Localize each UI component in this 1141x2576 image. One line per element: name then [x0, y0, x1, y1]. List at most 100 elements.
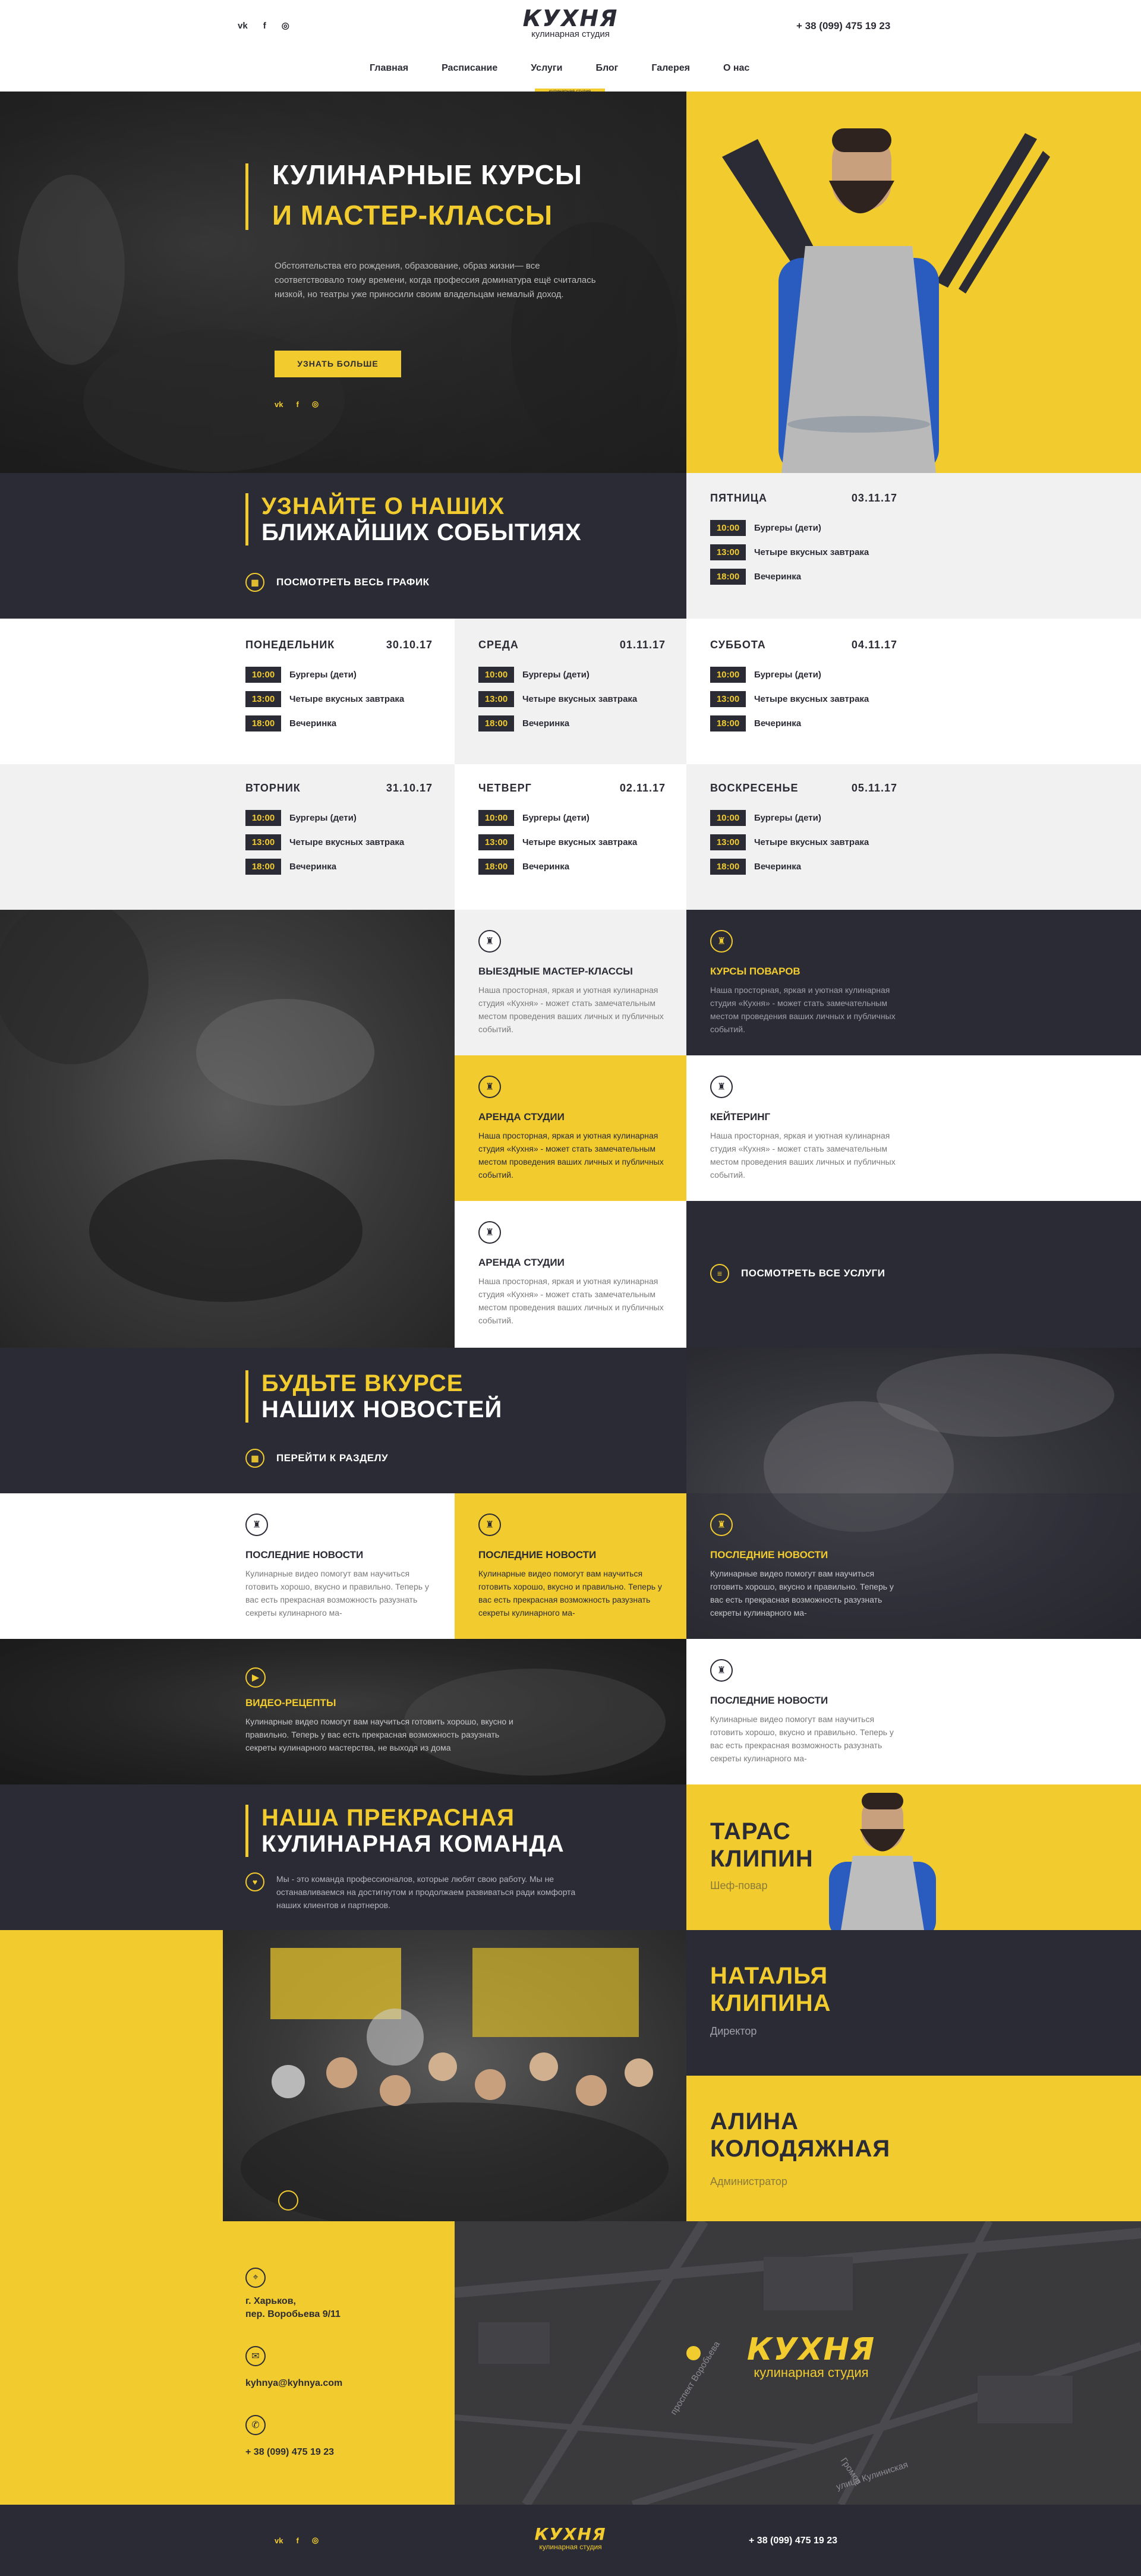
service-text: Наша просторная, яркая и уютная кулинарн…: [478, 1131, 664, 1180]
event-name: Бургеры (дети): [754, 813, 821, 823]
news-card-2[interactable]: ♜ ПОСЛЕДНИЕ НОВОСТИ Кулинарные видео пом…: [455, 1493, 686, 1639]
news-card-text: Кулинарные видео помогут вам научиться г…: [478, 1569, 662, 1618]
event-row[interactable]: 18:00 Вечеринка: [710, 569, 897, 585]
events-schedule-link-label: ПОСМОТРЕТЬ ВЕСЬ ГРАФИК: [276, 576, 430, 588]
team-member-taras[interactable]: ТАРАС КЛИПИН Шеф-повар: [686, 1784, 1141, 1930]
day-card-monday: ПОНЕДЕЛЬНИК 30.10.17 10:00 Бургеры (дети) …: [0, 619, 455, 764]
service-card-courses[interactable]: ♜ КУРСЫ ПОВАРОВ Наша просторная, яркая и…: [686, 910, 1141, 1055]
event-row[interactable]: 10:00 Бургеры (дети): [245, 810, 433, 826]
news-card-text: Кулинарные видео помогут вам научиться г…: [710, 1714, 894, 1763]
header-phone[interactable]: + 38 (099) 475 19 23: [796, 20, 890, 32]
nav-gallery[interactable]: Галерея: [635, 63, 707, 74]
nav-about[interactable]: О нас: [707, 63, 766, 74]
nav-schedule[interactable]: Расписание: [425, 63, 514, 74]
news-card-title: ПОСЛЕДНИЕ НОВОСТИ: [710, 1549, 828, 1560]
nav-services[interactable]: Услуги: [514, 63, 579, 74]
location-map[interactable]: КУХНЯ кулинарная студия проспект Воробье…: [455, 2221, 1141, 2505]
service-card-rent[interactable]: ♜ АРЕНДА СТУДИИ Наша просторная, яркая и…: [455, 1055, 686, 1201]
event-row[interactable]: 18:00 Вечеринка: [710, 715, 897, 732]
event-row[interactable]: 13:00 Четыре вкусных завтрака: [245, 834, 433, 850]
event-row[interactable]: 18:00 Вечеринка: [478, 859, 666, 875]
event-name: Вечеринка: [289, 862, 337, 872]
service-card-outdoor[interactable]: ♜ ВЫЕЗДНЫЕ МАСТЕР-КЛАССЫ Наша просторная…: [455, 910, 686, 1055]
facebook-icon[interactable]: f: [296, 2536, 298, 2545]
event-row[interactable]: 13:00 Четыре вкусных завтрака: [710, 691, 897, 707]
event-row[interactable]: 13:00 Четыре вкусных завтрака: [710, 544, 897, 560]
event-row[interactable]: 10:00 Бургеры (дети): [245, 667, 433, 683]
day-date: 03.11.17: [851, 492, 897, 504]
events-schedule-link[interactable]: ▦ ПОСМОТРЕТЬ ВЕСЬ ГРАФИК: [245, 573, 430, 592]
instagram-icon[interactable]: ◎: [312, 2536, 319, 2545]
map-pin-icon: ⌖: [245, 2268, 266, 2288]
event-row[interactable]: 13:00 Четыре вкусных завтрака: [245, 691, 433, 707]
footer-logo[interactable]: КУХНЯ кулинарная студия: [523, 2526, 618, 2552]
services-all-link[interactable]: ≡ ПОСМОТРЕТЬ ВСЕ УСЛУГИ: [710, 1264, 885, 1283]
news-section-link-label: ПЕРЕЙТИ К РАЗДЕЛУ: [276, 1452, 389, 1464]
service-card-catering[interactable]: ♜ КЕЙТЕРИНГ Наша просторная, яркая и уют…: [686, 1055, 1141, 1201]
instagram-icon[interactable]: ◎: [282, 20, 289, 31]
news-intro: БУДЬТЕ ВКУРСЕ НАШИХ НОВОСТЕЙ ▦ ПЕРЕЙТИ К…: [0, 1348, 686, 1493]
team-yellow-left: [0, 1930, 223, 2221]
event-row[interactable]: 10:00 Бургеры (дети): [478, 667, 666, 683]
team-group-photo: [223, 1930, 686, 2233]
video-recipes-card[interactable]: ▶ ВИДЕО-РЕЦЕПТЫ Кулинарные видео помогут…: [0, 1639, 686, 1784]
news-card-3[interactable]: ♜ ПОСЛЕДНИЕ НОВОСТИ Кулинарные видео пом…: [686, 1493, 1141, 1639]
vk-icon[interactable]: vk: [275, 2536, 283, 2545]
event-row[interactable]: 18:00 Вечеринка: [478, 715, 666, 732]
day-name: ЧЕТВЕРГ: [478, 782, 532, 794]
hero-accent-bar: [245, 163, 248, 230]
news-card-text: Кулинарные видео помогут вам научиться г…: [245, 1569, 429, 1618]
event-row[interactable]: 13:00 Четыре вкусных завтрака: [710, 834, 897, 850]
day-header: ВОСКРЕСЕНЬЕ 05.11.17: [710, 782, 897, 794]
facebook-icon[interactable]: f: [296, 400, 298, 409]
event-time: 13:00: [478, 691, 514, 707]
instagram-icon[interactable]: ◎: [312, 399, 319, 409]
news-card-4[interactable]: ♜ ПОСЛЕДНИЕ НОВОСТИ Кулинарные видео пом…: [686, 1639, 1141, 1784]
contact-city: г. Харьков,: [245, 2296, 296, 2306]
event-row[interactable]: 18:00 Вечеринка: [245, 715, 433, 732]
member-last-name: КЛИПИНА: [710, 1990, 831, 2016]
events-title-line1: УЗНАЙТЕ О НАШИХ: [261, 493, 505, 519]
mail-icon: ✉: [245, 2346, 266, 2366]
event-row[interactable]: 18:00 Вечеринка: [710, 859, 897, 875]
event-row[interactable]: 10:00 Бургеры (дети): [478, 810, 666, 826]
facebook-icon[interactable]: f: [263, 21, 266, 31]
map-logo-text: КУХНЯ: [746, 2332, 876, 2367]
day-date: 05.11.17: [851, 782, 897, 794]
event-row[interactable]: 10:00 Бургеры (дети): [710, 667, 897, 683]
news-card-1[interactable]: ♜ ПОСЛЕДНИЕ НОВОСТИ Кулинарные видео пом…: [0, 1493, 455, 1639]
service-card-rent-2[interactable]: ♜ АРЕНДА СТУДИИ Наша просторная, яркая и…: [455, 1201, 686, 1348]
contact-address: ⌖ г. Харьков, пер. Воробьева 9/11: [245, 2268, 341, 2321]
nav-blog[interactable]: Блог: [579, 63, 635, 74]
event-row[interactable]: 13:00 Четыре вкусных завтрака: [478, 691, 666, 707]
news-card-title: ПОСЛЕДНИЕ НОВОСТИ: [245, 1549, 364, 1560]
event-row[interactable]: 13:00 Четыре вкусных завтрака: [478, 834, 666, 850]
vk-icon[interactable]: vk: [238, 21, 248, 31]
hero-learn-more-button[interactable]: УЗНАТЬ БОЛЬШЕ: [275, 351, 401, 377]
news-card-text: Кулинарные видео помогут вам научиться г…: [710, 1569, 894, 1618]
footer-social: vk f ◎: [275, 2536, 319, 2545]
event-row[interactable]: 10:00 Бургеры (дети): [710, 810, 897, 826]
events-intro: УЗНАЙТЕ О НАШИХ БЛИЖАЙШИХ СОБЫТИЯХ ▦ ПОС…: [0, 473, 686, 619]
event-row[interactable]: 18:00 Вечеринка: [245, 859, 433, 875]
vk-icon[interactable]: vk: [275, 400, 283, 409]
team-member-alina[interactable]: АЛИНА КОЛОДЯЖНАЯ Администратор: [686, 2076, 1141, 2221]
logo-text: КУХНЯ: [522, 5, 619, 31]
day-name: ВОСКРЕСЕНЬЕ: [710, 782, 799, 794]
day-date: 01.11.17: [619, 639, 666, 651]
contact-email-value[interactable]: kyhnya@kyhnya.com: [245, 2377, 342, 2390]
services-photo-shapes: [0, 898, 374, 1302]
event-row[interactable]: 10:00 Бургеры (дети): [710, 520, 897, 536]
header-logo[interactable]: КУХНЯ кулинарная студия: [496, 7, 645, 39]
phone-icon: ✆: [245, 2415, 266, 2435]
nav-home[interactable]: Главная: [353, 63, 425, 74]
footer-phone[interactable]: + 38 (099) 475 19 23: [749, 2536, 837, 2546]
contact-phone-value[interactable]: + 38 (099) 475 19 23: [245, 2446, 334, 2459]
services-photo: [0, 898, 455, 1348]
day-date: 04.11.17: [851, 639, 897, 651]
event-name: Вечеринка: [289, 718, 337, 729]
hero-chef-panel: [686, 92, 1141, 473]
event-time: 13:00: [710, 691, 746, 707]
team-member-natalya[interactable]: НАТАЛЬЯ КЛИПИНА Директор: [686, 1930, 1141, 2076]
news-section-link[interactable]: ▦ ПЕРЕЙТИ К РАЗДЕЛУ: [245, 1449, 388, 1468]
